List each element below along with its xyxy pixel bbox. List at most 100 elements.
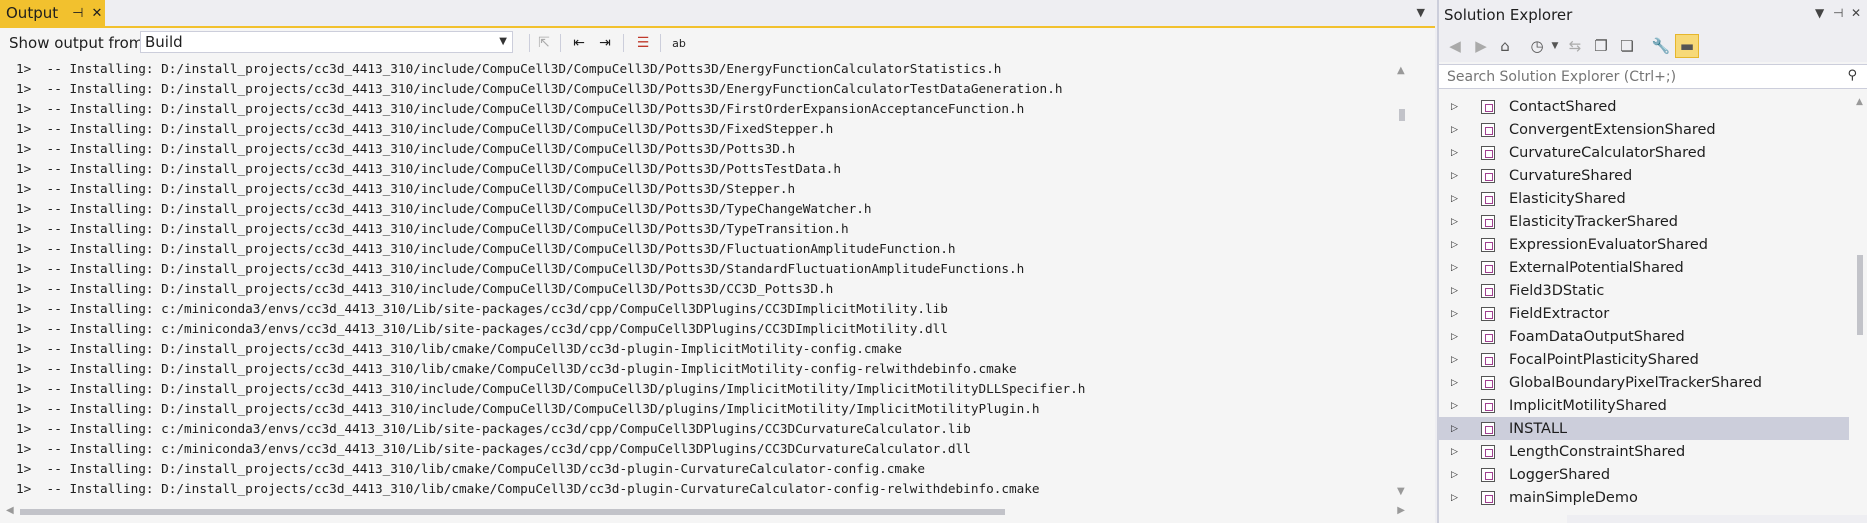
tree-item[interactable]: ▷ GlobalBoundaryPixelTrackerShared: [1439, 371, 1849, 394]
expand-arrow-icon[interactable]: ▷: [1451, 332, 1459, 342]
expand-arrow-icon[interactable]: ▷: [1451, 355, 1459, 365]
output-source-value: Build: [145, 33, 183, 51]
expand-arrow-icon[interactable]: ▷: [1451, 401, 1459, 411]
expand-arrow-icon[interactable]: ▷: [1451, 194, 1459, 204]
tree-item-label: Field3DStatic: [1509, 282, 1605, 299]
preview-selected-icon[interactable]: ▬: [1675, 34, 1699, 58]
tree-item-label: CurvatureShared: [1509, 167, 1633, 184]
tree-item[interactable]: ▷ LengthConstraintShared: [1439, 440, 1849, 463]
scroll-thumb[interactable]: [1399, 109, 1405, 121]
pin-icon[interactable]: ⊣: [72, 6, 83, 21]
expand-arrow-icon[interactable]: ▷: [1451, 171, 1459, 181]
project-icon: [1481, 352, 1495, 367]
tree-item[interactable]: ▷ FoamDataOutputShared: [1439, 325, 1849, 348]
tab-output-label: Output: [6, 4, 59, 22]
expand-arrow-icon[interactable]: ▷: [1451, 493, 1459, 503]
tab-output[interactable]: Output ⊣ ✕: [0, 0, 105, 26]
scroll-left-icon[interactable]: ◀: [6, 505, 14, 516]
tree-item[interactable]: ▷ LoggerShared: [1439, 463, 1849, 486]
scroll-thumb[interactable]: [20, 509, 1005, 515]
forward-icon[interactable]: ▶: [1469, 34, 1493, 58]
output-source-select[interactable]: Build ▼: [140, 31, 513, 53]
project-icon: [1481, 467, 1495, 482]
tree-item[interactable]: ▷ ExternalPotentialShared: [1439, 256, 1849, 279]
project-icon: [1481, 329, 1495, 344]
expand-arrow-icon[interactable]: ▷: [1451, 148, 1459, 158]
log-line: 1> -- Installing: c:/miniconda3/envs/cc3…: [16, 441, 971, 456]
tree-item[interactable]: ▷ Field3DStatic: [1439, 279, 1849, 302]
pin-icon[interactable]: ⊣: [1833, 6, 1843, 20]
expand-arrow-icon[interactable]: ▷: [1451, 263, 1459, 273]
expand-arrow-icon[interactable]: ▷: [1451, 217, 1459, 227]
tree-item[interactable]: ▷ ImplicitMotilityShared: [1439, 394, 1849, 417]
output-toolbar: Show output from: Build ▼ ⇱ ⇤ ⇥ ☰ ab: [0, 28, 1435, 58]
search-input[interactable]: [1445, 65, 1829, 89]
expand-arrow-icon[interactable]: ▷: [1451, 424, 1459, 434]
show-output-label: Show output from:: [9, 34, 149, 52]
solution-tree-scrollbar[interactable]: ▲: [1853, 95, 1867, 515]
tree-item[interactable]: ▷ mainSimpleDemo: [1439, 486, 1849, 509]
close-icon[interactable]: ✕: [91, 6, 102, 21]
expand-arrow-icon[interactable]: ▷: [1451, 447, 1459, 457]
tree-item[interactable]: ▷ CurvatureShared: [1439, 164, 1849, 187]
show-all-files-icon[interactable]: ❏: [1615, 34, 1639, 58]
tree-item[interactable]: ▷ CurvatureCalculatorShared: [1439, 141, 1849, 164]
clear-all-icon[interactable]: ☰: [632, 32, 654, 54]
properties-wrench-icon[interactable]: 🔧: [1649, 34, 1673, 58]
scroll-up-icon[interactable]: ▲: [1397, 65, 1405, 76]
tree-item[interactable]: ▷ ConvergentExtensionShared: [1439, 118, 1849, 141]
expand-arrow-icon[interactable]: ▷: [1451, 378, 1459, 388]
log-line: 1> -- Installing: D:/install_projects/cc…: [16, 241, 956, 256]
expand-arrow-icon[interactable]: ▷: [1451, 102, 1459, 112]
word-wrap-icon[interactable]: ab: [668, 32, 690, 54]
log-line: 1> -- Installing: c:/miniconda3/envs/cc3…: [16, 301, 948, 316]
project-icon: [1481, 122, 1495, 137]
tree-item[interactable]: ▷ FieldExtractor: [1439, 302, 1849, 325]
output-log[interactable]: 1> -- Installing: D:/install_projects/cc…: [0, 59, 1413, 501]
solution-explorer: Solution Explorer ▼ ⊣ ✕ ◀ ▶ ⌂ ◷ ▼ ⇆ ❐ ❏ …: [1437, 0, 1867, 523]
scroll-up-icon[interactable]: ▲: [1856, 97, 1863, 107]
solution-tree: ▷ ContactShared ▷ ConvergentExtensionShared…: [1439, 95, 1849, 515]
tree-item-label: CurvatureCalculatorShared: [1509, 144, 1706, 161]
search-icon[interactable]: ⚲: [1847, 68, 1857, 83]
project-icon: [1481, 168, 1495, 183]
next-message-icon[interactable]: ⇥: [594, 32, 616, 54]
expand-arrow-icon[interactable]: ▷: [1451, 286, 1459, 296]
log-line: 1> -- Installing: D:/install_projects/cc…: [16, 121, 834, 136]
log-line: 1> -- Installing: D:/install_projects/cc…: [16, 141, 796, 156]
log-line: 1> -- Installing: D:/install_projects/cc…: [16, 101, 1025, 116]
solution-explorer-search: ⚲: [1439, 64, 1867, 89]
expand-arrow-icon[interactable]: ▷: [1451, 309, 1459, 319]
scroll-down-icon[interactable]: ▼: [1397, 486, 1405, 497]
tree-item[interactable]: ▷ ElasticityTrackerShared: [1439, 210, 1849, 233]
tree-item-label: ContactShared: [1509, 98, 1617, 115]
tree-item[interactable]: ▷ FocalPointPlasticityShared: [1439, 348, 1849, 371]
back-icon[interactable]: ◀: [1443, 34, 1467, 58]
expand-arrow-icon[interactable]: ▷: [1451, 470, 1459, 480]
expand-arrow-icon[interactable]: ▷: [1451, 125, 1459, 135]
vertical-scrollbar[interactable]: ▲ ▼: [1391, 59, 1413, 501]
tree-item[interactable]: ▷ ElasticityShared: [1439, 187, 1849, 210]
previous-message-icon[interactable]: ⇤: [568, 32, 590, 54]
log-line: 1> -- Installing: D:/install_projects/cc…: [16, 461, 925, 476]
chevron-down-icon[interactable]: ▼: [1417, 6, 1425, 19]
solution-explorer-title: Solution Explorer: [1444, 6, 1573, 24]
project-icon: [1481, 306, 1495, 321]
scroll-right-icon[interactable]: ▶: [1397, 505, 1405, 516]
scroll-thumb[interactable]: [1857, 255, 1863, 335]
collapse-all-icon[interactable]: ❐: [1589, 34, 1613, 58]
log-line: 1> -- Installing: c:/miniconda3/envs/cc3…: [16, 321, 948, 336]
tree-item-label: LoggerShared: [1509, 466, 1611, 483]
horizontal-scrollbar[interactable]: ◀ ▶: [0, 501, 1413, 523]
find-message-icon[interactable]: ⇱: [533, 32, 555, 54]
close-icon[interactable]: ✕: [1851, 6, 1861, 20]
home-icon[interactable]: ⌂: [1493, 34, 1517, 58]
tree-item[interactable]: ▷ ContactShared: [1439, 95, 1849, 118]
tree-item[interactable]: ▷ INSTALL: [1439, 417, 1849, 440]
tree-item[interactable]: ▷ ExpressionEvaluatorShared: [1439, 233, 1849, 256]
chevron-down-icon[interactable]: ▼: [1815, 6, 1824, 20]
expand-arrow-icon[interactable]: ▷: [1451, 240, 1459, 250]
sync-icon[interactable]: ⇆: [1563, 34, 1587, 58]
tab-solution-explorer[interactable]: [1439, 515, 1567, 523]
tree-item-label: FocalPointPlasticityShared: [1509, 351, 1699, 368]
